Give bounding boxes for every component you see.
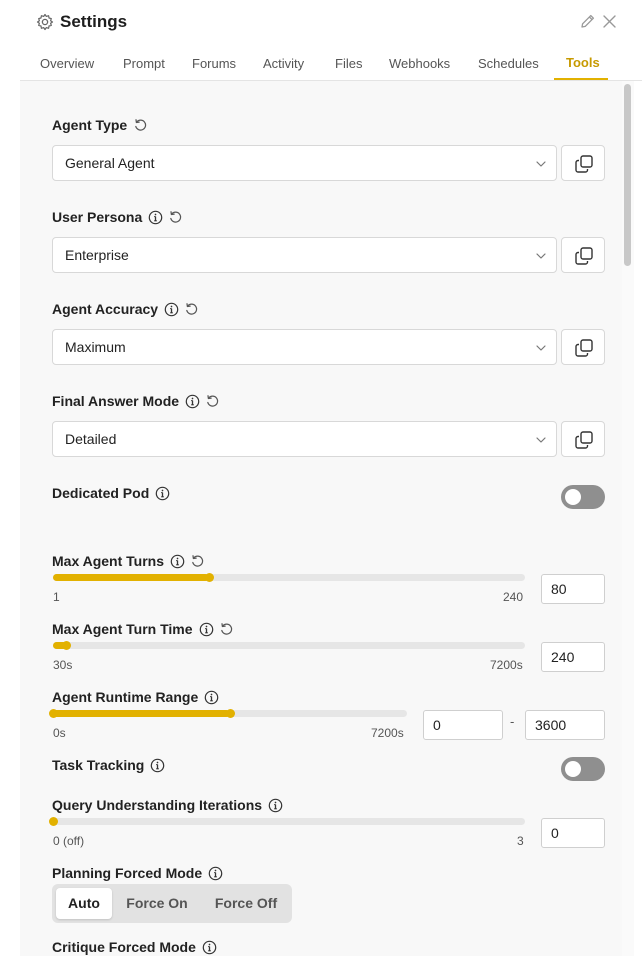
- info-icon[interactable]: [185, 394, 200, 409]
- max-agent-turn-time-input[interactable]: 240: [541, 642, 605, 672]
- query-understanding-slider[interactable]: [48, 817, 525, 826]
- reset-icon[interactable]: [168, 210, 183, 225]
- final-answer-mode-select[interactable]: Detailed: [52, 421, 557, 457]
- info-icon[interactable]: [148, 210, 163, 225]
- slider-min-label: 0 (off): [53, 834, 85, 848]
- slider-min-label: 1: [53, 590, 60, 604]
- tab-forums[interactable]: Forums: [192, 56, 236, 71]
- slider-range-fill: [53, 710, 230, 717]
- info-icon[interactable]: [199, 622, 214, 637]
- agent-accuracy-label: Agent Accuracy: [52, 300, 204, 318]
- slider-min-label: 0s: [53, 726, 66, 740]
- agent-runtime-range-label: Agent Runtime Range: [52, 688, 224, 706]
- slider-min-label: 30s: [53, 658, 73, 672]
- info-icon[interactable]: [155, 486, 170, 501]
- tab-bar: Overview Prompt Forums Activity Files We…: [20, 44, 642, 81]
- chevron-down-icon: [535, 158, 547, 170]
- tab-schedules[interactable]: Schedules: [478, 56, 539, 71]
- max-agent-turns-input[interactable]: 80: [541, 574, 605, 604]
- reset-icon[interactable]: [133, 118, 148, 133]
- task-tracking-label: Task Tracking: [52, 756, 170, 774]
- planning-mode-force-on[interactable]: Force On: [118, 888, 196, 919]
- reset-icon[interactable]: [205, 394, 220, 409]
- slider-max-label: 240: [503, 590, 524, 604]
- copy-icon: [574, 430, 594, 450]
- settings-header: Settings: [0, 0, 642, 44]
- task-tracking-toggle[interactable]: [561, 757, 605, 781]
- page-title: Settings: [60, 12, 128, 31]
- info-icon[interactable]: [204, 690, 219, 705]
- chevron-down-icon: [535, 250, 547, 262]
- info-icon[interactable]: [170, 554, 185, 569]
- max-agent-turns-label: Max Agent Turns: [52, 552, 210, 570]
- agent-runtime-range-slider[interactable]: [48, 709, 407, 718]
- max-agent-turns-slider[interactable]: [53, 573, 525, 582]
- slider-max-label: 7200s: [371, 726, 404, 740]
- copy-button[interactable]: [561, 237, 605, 273]
- copy-icon: [574, 338, 594, 358]
- chevron-down-icon: [535, 434, 547, 446]
- copy-button[interactable]: [561, 329, 605, 365]
- copy-icon: [574, 246, 594, 266]
- user-persona-label: User Persona: [52, 208, 188, 226]
- final-answer-mode-label: Final Answer Mode: [52, 392, 225, 410]
- copy-icon: [574, 154, 594, 174]
- chevron-down-icon: [535, 342, 547, 354]
- info-icon[interactable]: [268, 798, 283, 813]
- info-icon[interactable]: [208, 866, 223, 881]
- user-persona-select[interactable]: Enterprise: [52, 237, 557, 273]
- tab-tools[interactable]: Tools: [566, 55, 600, 70]
- pencil-icon[interactable]: [579, 13, 596, 30]
- query-understanding-label: Query Understanding Iterations: [52, 796, 288, 814]
- toggle-knob: [565, 489, 581, 505]
- slider-max-label: 3: [517, 834, 524, 848]
- planning-mode-segmented-control: Auto Force On Force Off: [52, 884, 292, 923]
- slider-high-thumb[interactable]: [225, 709, 235, 718]
- copy-button[interactable]: [561, 421, 605, 457]
- slider-thumb[interactable]: [204, 573, 214, 582]
- copy-button[interactable]: [561, 145, 605, 181]
- tab-prompt[interactable]: Prompt: [123, 56, 165, 71]
- slider-low-thumb[interactable]: [48, 709, 58, 718]
- reset-icon[interactable]: [184, 302, 199, 317]
- range-separator: -: [510, 714, 515, 729]
- reset-icon[interactable]: [219, 622, 234, 637]
- tab-webhooks[interactable]: Webhooks: [389, 56, 450, 71]
- dedicated-pod-toggle[interactable]: [561, 485, 605, 509]
- tab-overview[interactable]: Overview: [40, 56, 94, 71]
- max-agent-turn-time-slider[interactable]: [53, 641, 525, 650]
- runtime-max-input[interactable]: 3600: [525, 710, 605, 740]
- agent-type-label: Agent Type: [52, 116, 153, 134]
- slider-thumb[interactable]: [48, 817, 58, 826]
- active-tab-indicator: [554, 78, 608, 80]
- agent-accuracy-select[interactable]: Maximum: [52, 329, 557, 365]
- reset-icon[interactable]: [190, 554, 205, 569]
- agent-type-select[interactable]: General Agent: [52, 145, 557, 181]
- critique-forced-mode-label: Critique Forced Mode: [52, 938, 222, 956]
- slider-thumb[interactable]: [62, 641, 72, 650]
- tab-activity[interactable]: Activity: [263, 56, 304, 71]
- info-icon[interactable]: [164, 302, 179, 317]
- tab-files[interactable]: Files: [335, 56, 362, 71]
- planning-mode-auto[interactable]: Auto: [56, 888, 112, 919]
- slider-fill: [53, 574, 210, 581]
- info-icon[interactable]: [150, 758, 165, 773]
- close-icon[interactable]: [602, 14, 617, 29]
- query-understanding-input[interactable]: 0: [541, 818, 605, 848]
- max-agent-turn-time-label: Max Agent Turn Time: [52, 620, 239, 638]
- planning-mode-force-off[interactable]: Force Off: [204, 888, 288, 919]
- gear-icon: [36, 13, 54, 31]
- planning-forced-mode-label: Planning Forced Mode: [52, 864, 228, 882]
- info-icon[interactable]: [202, 940, 217, 955]
- dedicated-pod-label: Dedicated Pod: [52, 484, 175, 502]
- toggle-knob: [565, 761, 581, 777]
- slider-max-label: 7200s: [490, 658, 523, 672]
- runtime-min-input[interactable]: 0: [423, 710, 503, 740]
- scrollbar-thumb[interactable]: [624, 84, 631, 266]
